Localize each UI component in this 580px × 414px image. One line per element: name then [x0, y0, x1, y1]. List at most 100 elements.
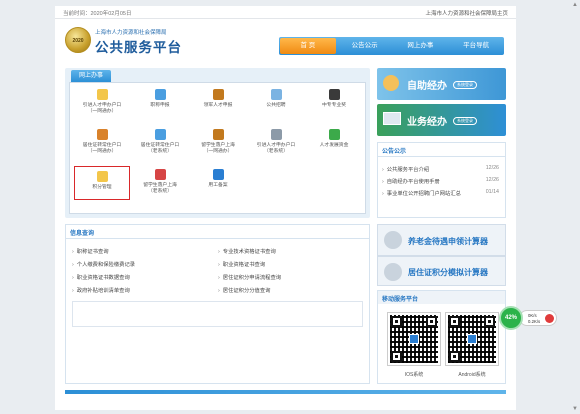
- query-link[interactable]: 居住证积分申请流程查询: [218, 273, 281, 281]
- info-query-panel: 信息查询 职称证书查询 个人缴费和保险缴费记录 职业资格证书数据查询 政府补贴培…: [65, 224, 370, 384]
- query-link[interactable]: 职称证书查询: [72, 247, 109, 255]
- scroll-up-arrow[interactable]: ▲: [572, 2, 578, 8]
- qr-finder: [391, 316, 402, 327]
- service-item[interactable]: 用工备案: [190, 169, 246, 189]
- info-query-title: 信息查询: [70, 231, 95, 237]
- service-label: 人才发展资金: [319, 143, 349, 148]
- notices-panel: 公告公示 公共服务平台介绍 12/26 自助经办平台使用手册 12/26 事业单…: [377, 142, 506, 218]
- service-grid: 引进人才申办户口 （一网通办） 职称申报 领军人才申报 公共招聘 中专专业奖居住证转常住…: [70, 83, 365, 213]
- speed-status-icon: [545, 314, 554, 323]
- computer-icon: [383, 112, 401, 125]
- service-item[interactable]: 引进人才申办户口 （老系统）: [248, 129, 304, 155]
- android-qr-code[interactable]: [445, 312, 499, 366]
- service-item[interactable]: 积分管理: [74, 166, 130, 200]
- coins-icon: [96, 171, 108, 182]
- service-item[interactable]: 居住证转常住户口 （老系统）: [132, 129, 188, 155]
- nav-platform-guide[interactable]: 平台导航: [448, 37, 504, 55]
- nav-home[interactable]: 首 页: [280, 38, 336, 54]
- business-login: 系统登录: [453, 117, 477, 125]
- recruitment-icon: [270, 89, 282, 100]
- notice-link[interactable]: 自助经办平台使用手册: [382, 177, 440, 185]
- site-logo[interactable]: 2020: [65, 27, 91, 53]
- qr-finder: [449, 316, 460, 327]
- upload-speed: 0K/s: [528, 313, 537, 318]
- notice-date: 12/26: [485, 165, 499, 171]
- service-item[interactable]: 留学生落户上海 （老系统）: [132, 169, 188, 195]
- person-icon: [384, 263, 402, 281]
- footer-bar: [65, 390, 506, 394]
- service-label: 居住证转常住户口 （老系统）: [140, 143, 180, 154]
- divider: [66, 238, 369, 239]
- service-label: 引进人才申办户口 （老系统）: [256, 143, 296, 154]
- top-bar: 当前时间：2020年02月05日 上海市人力资源和社会保障局主页: [55, 6, 516, 19]
- online-services-title: 网上办事: [71, 70, 112, 82]
- service-label: 中专专业奖: [322, 103, 346, 108]
- residence-calculator[interactable]: 居住证积分模拟计算器: [377, 256, 506, 286]
- self-service-title: 自助经办: [407, 81, 447, 92]
- business-banner[interactable]: 业务经办 系统登录: [377, 104, 506, 136]
- briefcase-icon: [212, 129, 224, 140]
- main-nav: 首 页 公告公示 网上办事 平台导航: [279, 37, 504, 55]
- graduate-icon: [328, 89, 340, 100]
- tree-icon: [328, 129, 340, 140]
- logo-year: 2020: [72, 38, 84, 44]
- service-label: 留学生落户上海 （老系统）: [143, 183, 177, 194]
- certificate-icon: [154, 89, 166, 100]
- service-item[interactable]: 人才发展资金: [306, 129, 362, 149]
- service-item[interactable]: 居住证转常住户口 （一网通办）: [74, 129, 130, 155]
- home-link[interactable]: 上海市人力资源和社会保障局主页: [425, 9, 508, 17]
- service-label: 职称申报: [150, 103, 170, 108]
- notices-title: 公告公示: [382, 149, 407, 155]
- network-speed-widget[interactable]: 0K/s 0.2K/s 42%: [499, 306, 557, 330]
- query-link[interactable]: 专业技术资格证书查询: [218, 247, 276, 255]
- people-icon: [383, 75, 399, 91]
- nav-notices[interactable]: 公告公示: [337, 37, 393, 55]
- certificate-icon: [154, 129, 166, 140]
- service-label: 留学生落户上海 （一网通办）: [201, 143, 235, 154]
- service-label: 积分管理: [92, 185, 112, 190]
- qr-finder: [391, 351, 402, 362]
- pension-calculator-label: 养老金待遇申领计算器: [408, 237, 488, 246]
- service-item[interactable]: 职称申报: [132, 89, 188, 109]
- family-icon: [96, 129, 108, 140]
- current-date: 当前时间：2020年02月05日: [63, 11, 132, 17]
- list-icon: [212, 169, 224, 180]
- scroll-down-arrow[interactable]: ▼: [572, 406, 578, 412]
- online-services-panel: 网上办事 引进人才申办户口 （一网通办） 职称申报 领军人才申报 公共招聘 中专专业奖居…: [65, 68, 370, 218]
- nav-online-services[interactable]: 网上办事: [393, 37, 449, 55]
- notice-link[interactable]: 事业单位公开招聘门户网站汇总: [382, 189, 461, 197]
- divider: [378, 156, 505, 157]
- mobile-title: 移动服务平台: [382, 297, 419, 303]
- qr-logo: [409, 334, 419, 344]
- mobile-panel: 移动服务平台 IOS系统 Android系统: [377, 290, 506, 384]
- speed-percent: 42%: [499, 306, 523, 330]
- query-link[interactable]: 居住证积分分值查询: [218, 286, 271, 294]
- service-item[interactable]: 留学生落户上海 （一网通办）: [190, 129, 246, 155]
- service-item[interactable]: 领军人才申报: [190, 89, 246, 109]
- self-service-banner[interactable]: 自助经办 系统登录: [377, 68, 506, 100]
- page: 当前时间：2020年02月05日 上海市人力资源和社会保障局主页 2020 上海…: [55, 6, 516, 410]
- document-icon: [96, 89, 108, 100]
- online-services-grid: 引进人才申办户口 （一网通办） 职称申报 领军人才申报 公共招聘 中专专业奖居住证转常住…: [69, 82, 366, 214]
- query-link[interactable]: 政府补贴培训清单查询: [72, 286, 130, 294]
- service-item[interactable]: 公共招聘: [248, 89, 304, 109]
- service-label: 居住证转常住户口 （一网通办）: [82, 143, 122, 154]
- query-link[interactable]: 职业资格证书数据查询: [72, 273, 130, 281]
- pension-calculator[interactable]: 养老金待遇申领计算器: [377, 224, 506, 256]
- notice-link[interactable]: 公共服务平台介绍: [382, 165, 429, 173]
- site-name: 公共服务平台: [95, 40, 182, 55]
- service-item[interactable]: 引进人才申办户口 （一网通办）: [74, 89, 130, 115]
- query-link[interactable]: 个人缴费和保险缴费记录: [72, 260, 135, 268]
- query-link[interactable]: 职业资格证书查询: [218, 260, 265, 268]
- service-label: 领军人才申报: [203, 103, 233, 108]
- qr-finder: [484, 316, 495, 327]
- org-name: 上海市人力资源和社会保障局: [95, 30, 167, 36]
- qr-logo: [467, 334, 477, 344]
- query-empty-box: [72, 301, 363, 327]
- ios-label: IOS系统: [404, 372, 424, 378]
- notice-date: 01/14: [485, 189, 499, 195]
- qr-finder: [449, 351, 460, 362]
- business-title: 业务经办: [407, 117, 447, 128]
- service-item[interactable]: 中专专业奖: [306, 89, 362, 109]
- ios-qr-code[interactable]: [387, 312, 441, 366]
